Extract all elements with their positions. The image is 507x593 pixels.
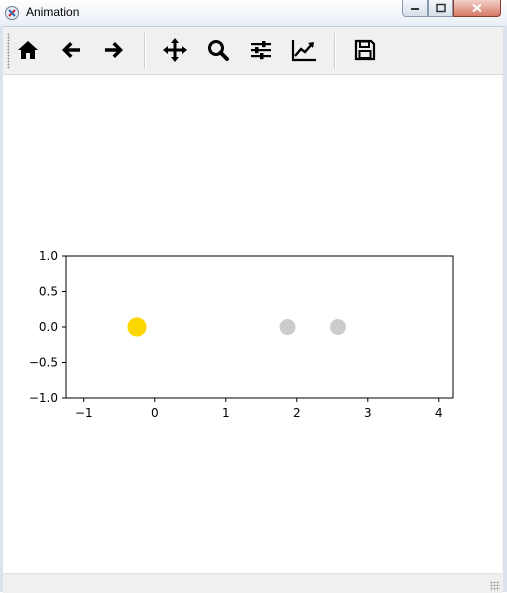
pan-button[interactable] (160, 35, 190, 65)
x-tick-label: −1 (75, 406, 93, 420)
data-point-1 (127, 317, 147, 337)
save-button[interactable] (350, 35, 380, 65)
maximize-button[interactable] (428, 0, 453, 17)
home-icon (18, 41, 38, 59)
y-tick-label: −0.5 (29, 356, 58, 370)
app-icon (5, 6, 19, 20)
floppy-disk-icon (354, 39, 376, 61)
size-grip[interactable] (490, 581, 500, 591)
x-tick-label: 0 (151, 406, 159, 420)
figure-canvas[interactable]: −1 0 1 2 3 4 1.0 0.5 0.0 −0.5 −1.0 (3, 75, 502, 573)
data-point-2 (279, 319, 296, 335)
forward-button[interactable] (99, 35, 129, 65)
search-icon (208, 40, 229, 61)
x-tick-label: 3 (364, 406, 372, 420)
data-point-3 (329, 319, 346, 335)
window-title: Animation (26, 5, 80, 19)
home-button[interactable] (13, 35, 43, 65)
app-window: Animation −1 0 1 2 3 4 1.0 0.5 0.0 −0.5 … (0, 0, 507, 593)
minimize-button[interactable] (402, 0, 428, 17)
minimize-icon (411, 8, 419, 10)
y-tick-label: 1.0 (39, 249, 58, 263)
status-bar (3, 573, 502, 593)
close-icon (472, 3, 482, 13)
back-button[interactable] (56, 35, 86, 65)
zoom-button[interactable] (203, 35, 233, 65)
sliders-icon (251, 41, 271, 60)
maximize-icon (435, 3, 446, 13)
toolbar-separator (334, 33, 336, 69)
toolbar-separator (144, 33, 146, 69)
window-border-right (503, 26, 507, 592)
arrow-right-icon (105, 42, 123, 58)
x-tick-label: 2 (293, 406, 301, 420)
move-icon (163, 38, 187, 62)
x-tick-label: 4 (435, 406, 443, 420)
y-tick-label: 0.0 (39, 320, 58, 334)
title-bar: Animation (0, 0, 507, 27)
x-tick-label: 1 (222, 406, 230, 420)
chart-line-icon (291, 40, 316, 62)
y-tick-label: −1.0 (29, 391, 58, 405)
plot-area: −1 0 1 2 3 4 1.0 0.5 0.0 −0.5 −1.0 (29, 249, 454, 420)
navigation-toolbar (4, 27, 503, 75)
close-button[interactable] (453, 0, 501, 17)
edit-axes-button[interactable] (289, 35, 319, 65)
toolbar-grip[interactable] (7, 33, 10, 69)
configure-subplots-button[interactable] (246, 35, 276, 65)
axes-frame (65, 255, 454, 399)
y-tick-label: 0.5 (39, 285, 58, 299)
arrow-left-icon (62, 42, 80, 58)
